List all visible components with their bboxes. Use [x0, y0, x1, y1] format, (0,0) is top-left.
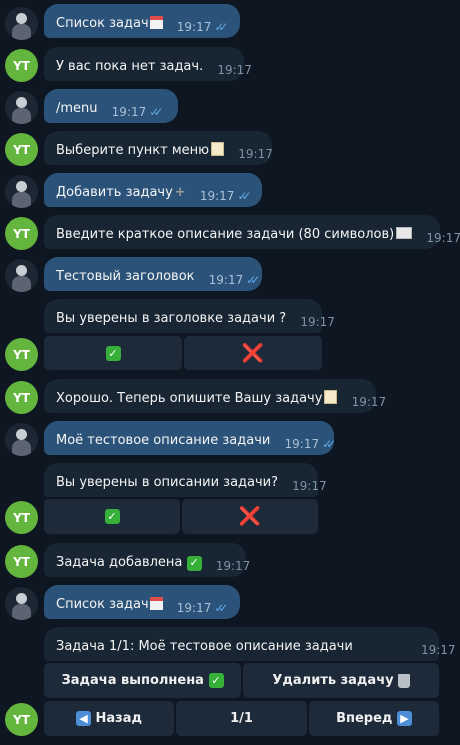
message-text: Выберите пункт меню	[56, 143, 210, 158]
message-bubble[interactable]: Вы уверены в заголовке задачи ? 19:17	[44, 299, 335, 333]
message-time: 19:17	[238, 147, 273, 161]
bot-avatar[interactable]: YT	[5, 501, 38, 534]
message-time: 19:17	[292, 479, 327, 493]
checkmark-icon: ✓	[186, 555, 202, 571]
checkmark-icon: ✓	[208, 673, 224, 688]
trash-icon	[397, 673, 410, 688]
message-bubble[interactable]: Вы уверены в описании задачи? 19:17	[44, 463, 327, 497]
message-bubble[interactable]: Хорошо. Теперь опишите Вашу задачу 19:17	[44, 379, 386, 413]
read-ticks-icon: ✓✓	[322, 437, 336, 451]
avatar-initials: YT	[13, 142, 30, 157]
user-avatar[interactable]	[5, 7, 38, 40]
message-time: 19:17	[176, 20, 212, 34]
message-bubble[interactable]: Задача 1/1: Моё тестовое описание задачи…	[44, 627, 456, 661]
confirm-no-button[interactable]: ❌	[182, 499, 318, 534]
message-bubble[interactable]: Добавить задачу + 19:17 ✓✓	[44, 173, 262, 207]
message-bubble[interactable]: Задача добавлена ✓ 19:17	[44, 543, 250, 577]
message-text: Вы уверены в заголовке задачи ?	[56, 311, 287, 326]
message-text: /menu	[56, 101, 98, 116]
avatar-initials: YT	[13, 510, 30, 525]
nav-page-button[interactable]: 1/1	[176, 701, 307, 736]
user-avatar[interactable]	[5, 259, 38, 292]
memo-icon	[211, 142, 225, 156]
bot-avatar[interactable]: YT	[5, 381, 38, 414]
nav-forward-label: Вперед	[336, 711, 393, 726]
plus-icon: +	[174, 185, 186, 200]
message-text: Задача добавлена	[56, 555, 183, 570]
message-time: 19:17	[420, 643, 456, 657]
bot-avatar[interactable]: YT	[5, 545, 38, 578]
user-avatar[interactable]	[5, 175, 38, 208]
cross-icon: ❌	[238, 506, 262, 527]
task-delete-label: Удалить задачу	[272, 673, 394, 688]
calendar-icon	[149, 597, 163, 610]
message-text: Хорошо. Теперь опишите Вашу задачу	[56, 391, 323, 406]
read-ticks-icon: ✓✓	[149, 105, 163, 119]
task-delete-button[interactable]: Удалить задачу	[243, 663, 439, 698]
message-time: 19:17	[111, 105, 147, 119]
message-text: Список задач	[56, 16, 149, 31]
arrow-left-icon: ◀	[75, 711, 91, 726]
bot-avatar[interactable]: YT	[5, 217, 38, 250]
message-bubble[interactable]: Список задач 19:17 ✓✓	[44, 4, 240, 38]
message-bubble[interactable]: Выберите пункт меню 19:17	[44, 131, 273, 165]
checkmark-icon: ✓	[105, 345, 121, 361]
message-time: 19:17	[351, 395, 387, 409]
avatar-initials: YT	[13, 390, 30, 405]
message-bubble[interactable]: Введите краткое описание задачи (80 симв…	[44, 215, 460, 249]
bot-avatar[interactable]: YT	[5, 338, 38, 371]
message-bubble[interactable]: У вас пока нет задач. 19:17	[44, 47, 252, 81]
message-time: 19:17	[199, 189, 235, 203]
cross-icon: ❌	[241, 342, 265, 364]
message-time: 19:17	[208, 273, 244, 287]
avatar-initials: YT	[13, 347, 30, 362]
avatar-initials: YT	[13, 226, 30, 241]
page-icon	[396, 227, 413, 239]
task-done-button[interactable]: Задача выполнена ✓	[44, 663, 241, 698]
message-bubble[interactable]: /menu 19:17 ✓✓	[44, 89, 178, 123]
avatar-initials: YT	[13, 554, 30, 569]
message-time: 19:17	[426, 231, 460, 245]
message-text: Тестовый заголовок	[56, 269, 195, 284]
user-avatar[interactable]	[5, 587, 38, 620]
task-done-label: Задача выполнена	[61, 673, 204, 688]
message-text: Моё тестовое описание задачи	[56, 433, 271, 448]
message-time: 19:17	[215, 559, 251, 573]
bot-avatar[interactable]: YT	[5, 133, 38, 166]
read-ticks-icon: ✓✓	[214, 601, 228, 615]
checkmark-icon: ✓	[104, 509, 120, 524]
message-bubble[interactable]: Тестовый заголовок 19:17 ✓✓	[44, 257, 262, 291]
user-avatar[interactable]	[5, 423, 38, 456]
message-time: 19:17	[284, 437, 320, 451]
confirm-yes-button[interactable]: ✓	[44, 499, 180, 534]
message-time: 19:17	[176, 601, 212, 615]
message-text: Вы уверены в описании задачи?	[56, 475, 279, 490]
avatar-initials: YT	[13, 58, 30, 73]
message-bubble[interactable]: Моё тестовое описание задачи 19:17 ✓✓	[44, 421, 336, 455]
message-time: 19:17	[300, 315, 335, 329]
bot-avatar[interactable]: YT	[5, 49, 38, 82]
message-text: Список задач	[56, 597, 149, 612]
user-avatar[interactable]	[5, 91, 38, 124]
confirm-no-button[interactable]: ❌	[184, 336, 322, 370]
calendar-icon	[149, 16, 163, 29]
read-ticks-icon: ✓✓	[237, 189, 251, 203]
read-ticks-icon: ✓✓	[214, 20, 228, 34]
nav-back-button[interactable]: ◀ Назад	[44, 701, 174, 736]
nav-back-label: Назад	[95, 711, 142, 726]
message-bubble[interactable]: Список задач 19:17 ✓✓	[44, 585, 240, 619]
bot-avatar[interactable]: YT	[5, 703, 38, 736]
confirm-yes-button[interactable]: ✓	[44, 336, 182, 370]
message-text: У вас пока нет задач.	[56, 59, 204, 74]
memo-icon	[324, 390, 338, 404]
message-text: Задача 1/1: Моё тестовое описание задачи	[56, 639, 353, 654]
arrow-right-icon: ▶	[396, 711, 412, 726]
message-text: Введите краткое описание задачи (80 симв…	[56, 227, 395, 242]
read-ticks-icon: ✓✓	[246, 273, 260, 287]
avatar-initials: YT	[13, 712, 30, 727]
nav-page-label: 1/1	[230, 711, 253, 726]
message-text: Добавить задачу	[56, 185, 173, 200]
message-time: 19:17	[217, 63, 252, 77]
nav-forward-button[interactable]: Вперед ▶	[309, 701, 439, 736]
